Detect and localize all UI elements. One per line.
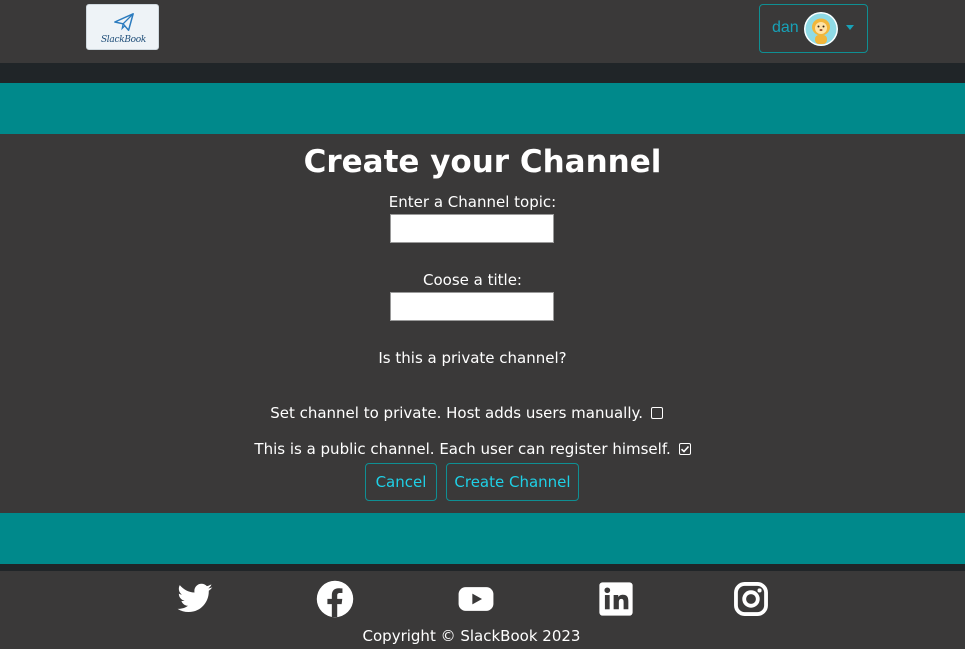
top-accent-band bbox=[0, 83, 965, 134]
privacy-question: Is this a private channel? bbox=[378, 349, 567, 367]
channel-topic-input[interactable] bbox=[390, 214, 554, 243]
private-option-label: Set channel to private. Host adds users … bbox=[270, 404, 644, 422]
page-title: Create your Channel bbox=[303, 144, 662, 180]
twitter-icon[interactable] bbox=[176, 580, 214, 618]
youtube-icon[interactable] bbox=[457, 580, 495, 618]
avatar-image bbox=[804, 12, 838, 46]
instagram-icon[interactable] bbox=[732, 580, 770, 618]
slackbook-logo[interactable]: SlackBook bbox=[86, 4, 159, 50]
navbar: SlackBook dan bbox=[0, 0, 965, 63]
topic-label: Enter a Channel topic: bbox=[388, 193, 557, 211]
footer: Copyright © SlackBook 2023 bbox=[0, 571, 965, 649]
footer-divider bbox=[0, 564, 965, 571]
cancel-button[interactable]: Cancel bbox=[365, 463, 437, 501]
public-option-row: This is a public channel. Each user can … bbox=[0, 440, 955, 458]
linkedin-icon[interactable] bbox=[597, 580, 635, 618]
title-label: Coose a title: bbox=[423, 271, 522, 289]
create-channel-button[interactable]: Create Channel bbox=[446, 463, 579, 501]
user-menu-dropdown[interactable]: dan bbox=[759, 4, 868, 53]
create-channel-form: Create your Channel Enter a Channel topi… bbox=[0, 134, 965, 513]
channel-title-input[interactable] bbox=[390, 292, 554, 321]
public-option-label: This is a public channel. Each user can … bbox=[254, 440, 671, 458]
logo-text: SlackBook bbox=[100, 35, 147, 45]
checkmark-icon bbox=[680, 445, 689, 453]
header-divider bbox=[0, 63, 965, 83]
chevron-down-icon bbox=[846, 25, 854, 30]
avatar bbox=[804, 12, 838, 46]
public-checkbox[interactable] bbox=[678, 443, 691, 455]
private-option-row: Set channel to private. Host adds users … bbox=[0, 404, 949, 422]
facebook-icon[interactable] bbox=[316, 580, 354, 618]
paper-plane-icon bbox=[114, 13, 134, 31]
bottom-accent-band bbox=[0, 513, 965, 564]
user-name: dan bbox=[772, 19, 799, 36]
private-checkbox[interactable] bbox=[650, 407, 663, 419]
copyright-text: Copyright © SlackBook 2023 bbox=[362, 627, 581, 645]
